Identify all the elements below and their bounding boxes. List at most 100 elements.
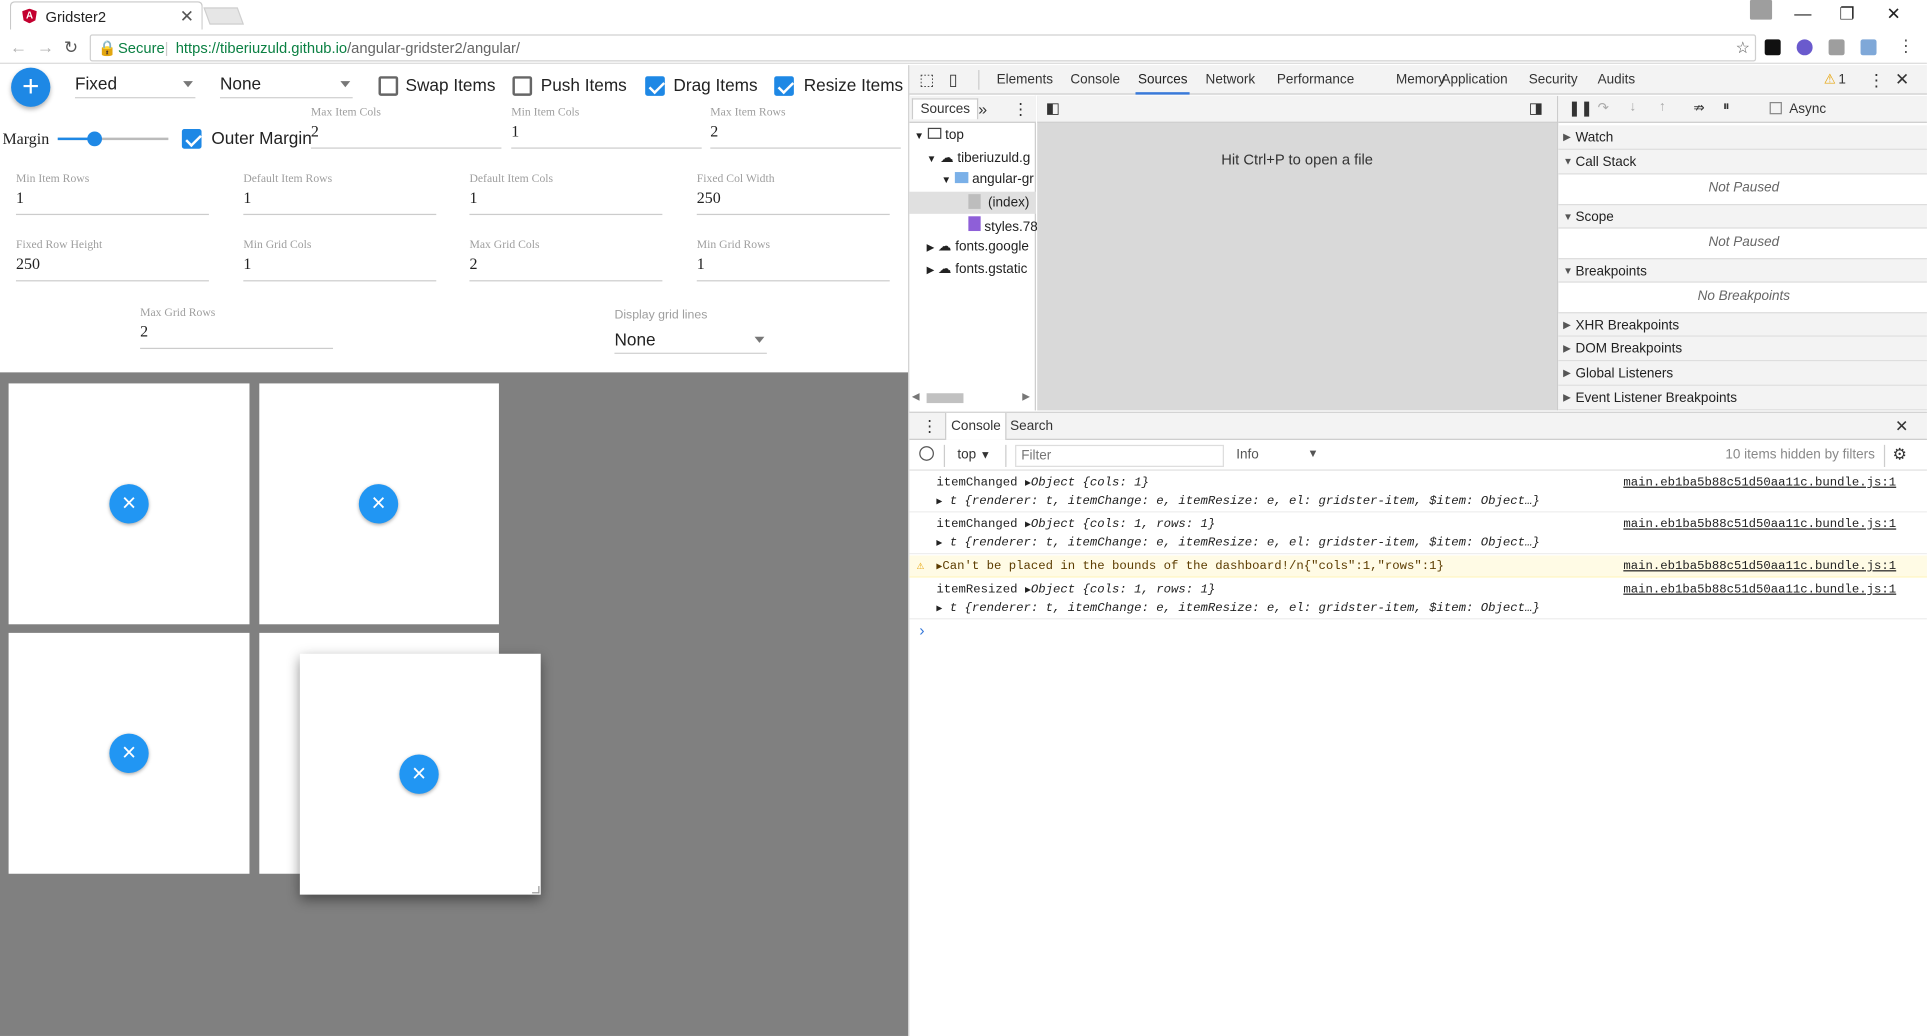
close-drawer-icon[interactable]: ✕ [1895, 417, 1908, 437]
omnibox[interactable]: 🔒 Secure | https://tiberiuzuld.github.io… [89, 34, 1757, 62]
remove-item-button[interactable]: × [109, 733, 149, 773]
min-grid-rows-field[interactable]: Min Grid Rows 1 [696, 240, 890, 282]
reload-icon[interactable]: ↻ [64, 37, 78, 58]
extension-icon[interactable] [1796, 39, 1813, 56]
clear-console-icon[interactable] [919, 446, 934, 461]
minimize-icon[interactable]: — [1782, 0, 1824, 27]
warning-icon[interactable]: ⚠ [1824, 71, 1836, 88]
horizontal-scrollbar[interactable]: ◀ ▶ [912, 391, 1032, 406]
tab-sources[interactable]: Sources [1135, 65, 1191, 95]
navigator-menu-icon[interactable]: ⋮ [1013, 100, 1029, 120]
forward-icon[interactable]: → [37, 37, 54, 57]
fixed-row-height-field[interactable]: Fixed Row Height 250 [15, 240, 209, 282]
tab-elements[interactable]: Elements [994, 65, 1055, 94]
breakpoints-section[interactable]: ▼ Breakpoints [1558, 258, 1927, 283]
tab-console[interactable]: Console [1068, 65, 1123, 94]
console-filter-input[interactable] [1015, 444, 1224, 467]
toggle-navigator-icon[interactable]: ◧ [1046, 100, 1060, 117]
browser-tab[interactable]: A Gridster2 ✕ [9, 1, 203, 30]
source-link[interactable]: main.eb1ba5b88c51d50aa11c.bundle.js:1 [1623, 584, 1896, 598]
profile-icon[interactable] [1749, 0, 1773, 20]
slider-thumb[interactable] [87, 131, 102, 147]
tab-audits[interactable]: Audits [1595, 65, 1637, 94]
warning-count[interactable]: 1 [1838, 73, 1846, 88]
pause-on-exceptions-icon[interactable]: ⏸ [1723, 100, 1730, 116]
compact-type-select[interactable]: None [219, 71, 353, 99]
drawer-tab-console[interactable]: Console [945, 412, 1007, 440]
context-select[interactable]: top ▼ [957, 447, 991, 462]
close-tab-icon[interactable]: ✕ [180, 6, 194, 27]
swap-items-checkbox[interactable] [378, 76, 399, 96]
step-into-icon[interactable]: ↓ [1630, 100, 1637, 115]
restore-icon[interactable]: ❐ [1826, 0, 1868, 27]
extension-icon[interactable] [1828, 39, 1845, 56]
deactivate-breakpoints-icon[interactable]: ⇏ [1693, 100, 1704, 116]
extension-icon[interactable] [1860, 39, 1877, 56]
max-grid-rows-field[interactable]: Max Grid Rows 2 [140, 307, 334, 350]
tab-application[interactable]: Application [1439, 65, 1510, 94]
min-grid-cols-field[interactable]: Min Grid Cols 1 [243, 240, 437, 282]
tab-security[interactable]: Security [1526, 65, 1580, 94]
tree-item-top[interactable]: ▼ top [914, 127, 964, 143]
tree-item-fonts-gstatic[interactable]: ▶ ☁ fonts.gstatic [927, 261, 1028, 277]
fixed-col-width-field[interactable]: Fixed Col Width 250 [696, 173, 890, 216]
dom-breakpoints-section[interactable]: ▶ DOM Breakpoints [1558, 336, 1927, 362]
push-items-checkbox[interactable] [512, 76, 533, 96]
margin-slider[interactable] [57, 131, 169, 147]
async-checkbox[interactable] [1769, 101, 1782, 115]
grid-item[interactable]: × [259, 383, 499, 625]
xhr-breakpoints-section[interactable]: ▶ XHR Breakpoints [1558, 312, 1927, 337]
drag-items-checkbox[interactable] [645, 76, 665, 96]
log-level-select[interactable]: Info ▼ [1236, 447, 1318, 462]
tree-item-styles[interactable]: styles.78 [968, 216, 1038, 235]
bookmark-star-icon[interactable]: ☆ [1736, 38, 1750, 58]
global-listeners-section[interactable]: ▶ Global Listeners [1558, 361, 1927, 386]
step-out-icon[interactable]: ↑ [1659, 100, 1666, 115]
console-settings-icon[interactable]: ⚙ [1893, 445, 1907, 465]
tab-network[interactable]: Network [1203, 65, 1257, 94]
back-icon[interactable]: ← [10, 37, 27, 57]
outer-margin-checkbox[interactable] [181, 129, 202, 149]
default-item-cols-field[interactable]: Default Item Cols 1 [469, 173, 663, 216]
grid-item[interactable]: × [8, 383, 250, 625]
tree-item-folder[interactable]: ▼ angular-gr [941, 172, 1034, 187]
extension-icon[interactable] [1764, 39, 1781, 56]
default-item-rows-field[interactable]: Default Item Rows 1 [243, 173, 437, 216]
max-grid-cols-field[interactable]: Max Grid Cols 2 [469, 240, 663, 282]
inspect-element-icon[interactable]: ⬚ [919, 70, 934, 90]
console-prompt[interactable]: › [919, 621, 924, 639]
event-listener-breakpoints-section[interactable]: ▶ Event Listener Breakpoints [1558, 385, 1927, 411]
tree-item-index-selected[interactable]: (index) [909, 191, 1036, 214]
device-toolbar-icon[interactable]: ▯ [949, 70, 958, 90]
drawer-tab-search[interactable]: Search [1010, 419, 1053, 434]
watch-section[interactable]: ▶ Watch [1558, 125, 1927, 150]
min-item-rows-field[interactable]: Min Item Rows 1 [15, 173, 209, 216]
max-item-cols-field[interactable]: Max Item Cols 2 [310, 107, 502, 149]
pause-icon[interactable]: ❚❚ [1568, 100, 1593, 117]
grid-item-resizing[interactable]: × [299, 653, 541, 895]
step-over-icon[interactable]: ↷ [1598, 100, 1609, 116]
new-tab-button[interactable] [203, 7, 244, 25]
source-link[interactable]: main.eb1ba5b88c51d50aa11c.bundle.js:1 [1623, 477, 1896, 491]
close-devtools-icon[interactable]: ✕ [1895, 69, 1909, 90]
toggle-debugger-icon[interactable]: ◨ [1529, 100, 1543, 117]
add-item-button[interactable]: + [11, 67, 51, 107]
max-item-rows-field[interactable]: Max Item Rows 2 [710, 107, 901, 149]
tree-item-domain[interactable]: ▼ ☁ tiberiuzuld.g [927, 150, 1031, 166]
scope-section[interactable]: ▼ Scope [1558, 203, 1927, 229]
min-item-cols-field[interactable]: Min Item Cols 1 [511, 107, 702, 149]
tab-performance[interactable]: Performance [1274, 65, 1356, 94]
devtools-menu-icon[interactable]: ⋮ [1868, 70, 1885, 91]
navigator-tab-sources[interactable]: Sources [911, 98, 979, 120]
remove-item-button[interactable]: × [399, 754, 439, 794]
display-grid-lines-select[interactable]: None [614, 327, 767, 354]
call-stack-section[interactable]: ▼ Call Stack [1558, 149, 1927, 175]
tree-item-fonts-google[interactable]: ▶ ☁ fonts.google [927, 238, 1029, 255]
grid-item[interactable]: × [8, 632, 250, 874]
grid-type-select[interactable]: Fixed [74, 71, 196, 99]
more-tabs-icon[interactable]: » [978, 100, 987, 118]
source-link[interactable]: main.eb1ba5b88c51d50aa11c.bundle.js:1 [1623, 519, 1896, 533]
resize-handle[interactable] [532, 886, 540, 894]
close-window-icon[interactable]: ✕ [1873, 0, 1915, 27]
remove-item-button[interactable]: × [358, 484, 399, 524]
